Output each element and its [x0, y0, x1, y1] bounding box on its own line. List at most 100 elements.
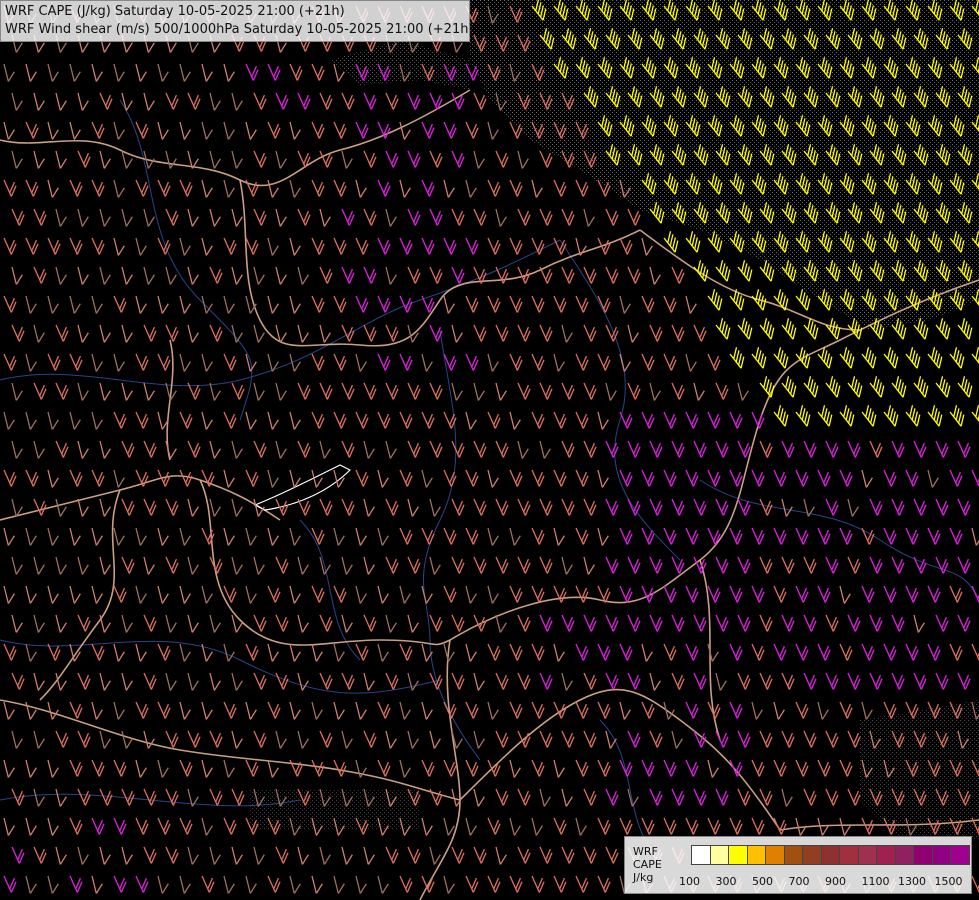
wind-barb	[399, 411, 413, 429]
wind-barb	[3, 237, 17, 255]
wind-barb	[627, 324, 639, 343]
legend-tick-label: 1100	[861, 875, 890, 888]
wind-barb	[11, 92, 23, 111]
legend-tick-label: 1500	[934, 875, 963, 888]
wind-barb	[187, 266, 199, 285]
wind-barb	[605, 382, 617, 401]
wind-barb	[957, 556, 971, 574]
wind-barb	[33, 614, 45, 633]
wind-barb	[751, 527, 765, 545]
wind-barb	[509, 527, 521, 546]
wind-barb	[715, 498, 729, 516]
wind-barb	[685, 585, 699, 603]
wind-barb	[495, 150, 509, 168]
wind-barb	[597, 759, 611, 777]
wind-barb	[707, 585, 721, 603]
wind-barb	[531, 701, 545, 719]
wind-barb	[69, 759, 83, 777]
wind-barb	[143, 672, 157, 690]
legend-tick-label: 1300	[898, 875, 926, 888]
wind-barb	[605, 208, 619, 226]
wind-barb	[267, 875, 281, 893]
wind-barb	[825, 730, 839, 748]
wind-barb	[33, 846, 47, 864]
wind-barb	[165, 150, 177, 169]
wind-barb	[553, 643, 565, 662]
wind-barb	[619, 701, 631, 720]
wind-barb	[113, 411, 127, 429]
wind-barb	[671, 672, 685, 690]
river-line	[299, 519, 361, 661]
wind-barb	[487, 353, 499, 372]
wind-barb	[311, 701, 323, 720]
wind-barb	[553, 585, 567, 603]
wind-barb	[55, 498, 67, 517]
wind-barb	[253, 846, 265, 865]
wind-barb	[847, 672, 861, 690]
wind-barb	[795, 643, 809, 661]
wind-barb	[539, 382, 553, 400]
wind-barb	[165, 846, 179, 864]
wind-barb	[143, 614, 157, 632]
wind-barb	[231, 788, 245, 806]
wind-barb	[839, 405, 855, 427]
wind-barb	[465, 469, 479, 487]
wind-barb	[641, 295, 655, 313]
wind-barb	[795, 701, 809, 719]
wind-barb	[715, 556, 729, 574]
wind-barb	[209, 730, 223, 748]
wind-barb	[509, 759, 521, 778]
wind-barb	[143, 788, 157, 806]
wind-barb	[297, 614, 309, 633]
wind-barb	[363, 208, 377, 226]
wind-barb	[267, 411, 279, 430]
wind-barb	[473, 498, 487, 516]
wind-barb	[531, 179, 543, 198]
wind-barb	[737, 498, 751, 516]
wind-barb	[443, 295, 455, 314]
wind-barb	[421, 411, 435, 429]
wind-barb	[121, 672, 133, 691]
wind-barb	[663, 701, 675, 720]
wind-barb	[465, 759, 479, 777]
wind-barb	[399, 527, 413, 545]
wind-barb	[957, 440, 971, 458]
wind-barb	[825, 318, 841, 340]
wind-barb	[377, 585, 389, 604]
wind-barb	[121, 208, 133, 227]
wind-barb	[575, 527, 589, 545]
wind-barb	[399, 643, 413, 661]
legend-swatch	[913, 845, 933, 865]
legend-swatch	[820, 845, 840, 865]
wind-barb	[319, 208, 331, 227]
wind-barb	[385, 498, 399, 516]
wind-barb	[355, 121, 369, 139]
wind-barb	[297, 266, 309, 285]
wind-barb	[319, 556, 331, 575]
wind-barb	[971, 585, 979, 603]
wind-barb	[715, 672, 727, 691]
wind-barb	[319, 266, 333, 284]
wind-barb	[91, 237, 105, 255]
wind-barb	[3, 295, 17, 313]
wind-barb	[561, 672, 573, 691]
wind-barb	[583, 556, 595, 575]
wind-barb	[803, 614, 817, 632]
wind-barb	[69, 179, 83, 197]
wind-barb	[517, 382, 531, 400]
wind-barb	[69, 237, 83, 255]
wind-barb	[289, 585, 301, 604]
wind-barb	[113, 759, 127, 777]
wind-barb	[627, 382, 641, 400]
wind-barb	[77, 266, 89, 285]
wind-barb	[473, 440, 487, 458]
wind-barb	[3, 353, 17, 371]
wind-barb	[817, 527, 831, 545]
wind-barb	[135, 411, 149, 429]
wind-barb	[473, 556, 487, 574]
wind-barb	[297, 498, 311, 516]
wind-barb	[869, 556, 883, 574]
wind-barb	[311, 759, 325, 777]
wind-barb	[707, 817, 721, 835]
wind-barb	[231, 556, 243, 575]
